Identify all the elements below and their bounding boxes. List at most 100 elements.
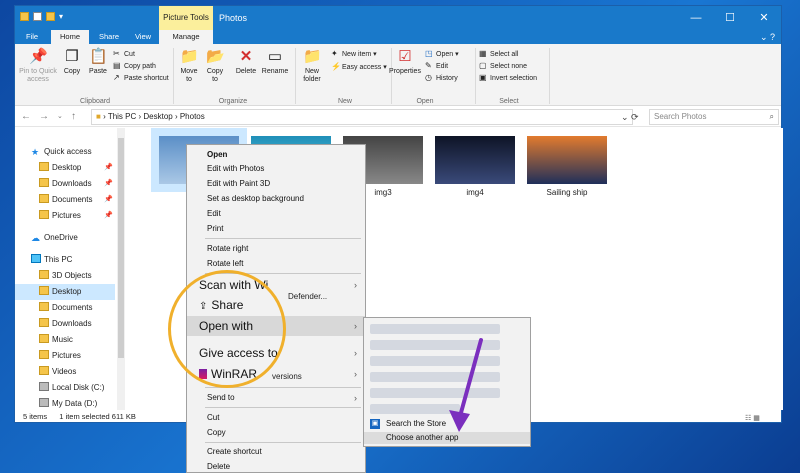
paste-shortcut-button[interactable]: ↗ Paste shortcut [113,72,169,85]
menu-open[interactable]: Open [187,148,365,162]
history-button[interactable]: ◷ History [425,72,458,85]
new-folder-icon: 📁 [303,48,322,65]
menu-edit[interactable]: Edit [187,207,365,221]
search-input[interactable]: Search Photos ⌕ [649,109,779,125]
sidebar-item-label: Documents [52,195,93,204]
breadcrumb-photos[interactable]: Photos [180,112,205,121]
file-name[interactable]: img4 [425,188,525,197]
submenu-choose-app[interactable]: Choose another app [364,432,530,444]
menu-edit-photos[interactable]: Edit with Photos [187,162,365,176]
delete-button[interactable]: ✕ Delete [233,48,259,76]
menu-rotate-left[interactable]: Rotate left [187,257,365,271]
menu-copy[interactable]: Copy [187,426,365,440]
blurred-app-entry[interactable] [370,340,500,350]
sidebar-item[interactable]: Pictures [15,348,115,364]
sidebar-item[interactable]: Desktop 📌 [15,160,115,176]
folder-icon[interactable] [20,12,29,21]
properties-button[interactable]: ☑ Properties [385,48,425,76]
sidebar-item[interactable]: Local Disk (C:) [15,380,115,396]
tab-manage[interactable]: Manage [159,30,213,44]
paste-button[interactable]: 📋 Paste [85,48,111,76]
scroll-thumb[interactable] [118,138,124,358]
maximize-button[interactable]: ☐ [713,6,747,30]
sidebar-item[interactable]: Downloads 📌 [15,176,115,192]
submenu-search-store[interactable]: ▣ Search the Store [364,418,530,430]
ribbon-divider [173,48,174,104]
back-arrow-icon[interactable]: ← [21,110,31,124]
pin-quick-access-button[interactable]: 📌 Pin to Quick access [17,48,59,84]
help-icon[interactable]: ⌄ ? [760,30,775,44]
easy-access-button[interactable]: ⚡Easy access ▾ [331,61,387,74]
address-bar[interactable]: ■ › This PC › Desktop › Photos [91,109,633,125]
menu-print[interactable]: Print [187,222,365,236]
sidebar-item-label: Music [52,335,73,344]
move-to-button[interactable]: 📁 Move to [177,48,201,84]
view-toggle-icon[interactable]: ☷ ▦ [745,412,765,422]
file-thumbnail[interactable] [435,136,515,184]
chevron-right-icon: › [354,280,357,290]
pin-icon[interactable]: 📌 [104,160,113,176]
blurred-app-entry[interactable] [370,372,500,382]
select-all-label: Select all [490,51,519,58]
tab-view[interactable]: View [127,30,159,44]
new-folder-icon[interactable] [46,12,55,21]
open-label: Open [436,51,454,58]
delete-label: Delete [235,68,257,75]
move-to-icon: 📁 [180,48,199,65]
refresh-icon[interactable]: ⌄ ⟳ [621,109,639,125]
new-item-button[interactable]: ✦ New item ▾ [331,48,377,61]
recent-locations-icon[interactable]: ⌄ [57,110,63,124]
sidebar-item[interactable]: Documents [15,300,115,316]
rename-icon: ▭ [267,48,283,65]
menu-rotate-right[interactable]: Rotate right [187,242,365,256]
tab-share[interactable]: Share [91,30,127,44]
pin-icon[interactable]: 📌 [104,208,113,224]
pc-icon [31,254,41,263]
menu-versions-suffix: versions [272,372,302,381]
minimize-button[interactable]: — [679,6,713,30]
copy-button[interactable]: ❐ Copy [61,48,83,76]
sidebar-item[interactable]: 3D Objects [15,268,115,284]
sidebar-item[interactable]: Videos [15,364,115,380]
invert-selection-button[interactable]: ▣ Invert selection [479,72,537,85]
pin-icon[interactable]: 📌 [104,176,113,192]
open-group-label: Open [416,98,434,105]
tab-file[interactable]: File [15,30,49,44]
pin-icon[interactable]: 📌 [104,192,113,208]
menu-cut[interactable]: Cut [187,411,365,425]
blurred-app-entry[interactable] [370,404,460,414]
chevron-down-icon[interactable]: ▾ [59,12,63,21]
sidebar-item[interactable]: ★ Quick access [15,144,115,160]
sidebar-item-label: Documents [52,303,93,312]
new-folder-button[interactable]: 📁 New folder [297,48,327,84]
sidebar-item[interactable]: This PC [15,252,115,268]
forward-arrow-icon[interactable]: → [39,110,49,124]
breadcrumb-desktop[interactable]: Desktop [143,112,172,121]
rename-label: Rename [261,68,289,75]
file-name[interactable]: Sailing ship [517,188,617,197]
copy-to-button[interactable]: 📂 Copy to [203,48,227,84]
menu-send-to[interactable]: Send to › [187,391,365,405]
menu-set-background[interactable]: Set as desktop background [187,192,365,206]
blurred-app-entry[interactable] [370,356,500,366]
breadcrumb-this-pc[interactable]: This PC [108,112,136,121]
close-button[interactable]: ✕ [747,6,781,30]
sidebar-item[interactable]: Music [15,332,115,348]
menu-delete[interactable]: Delete [187,460,365,473]
blurred-app-entry[interactable] [370,324,500,334]
sidebar-item[interactable]: Documents 📌 [15,192,115,208]
nav-scrollbar[interactable] [117,128,125,410]
sidebar-item[interactable]: Desktop [15,284,115,300]
menu-edit-paint[interactable]: Edit with Paint 3D [187,177,365,191]
tab-home[interactable]: Home [51,30,89,44]
edit-label: Edit [436,63,449,70]
sidebar-item[interactable]: Pictures 📌 [15,208,115,224]
menu-create-shortcut[interactable]: Create shortcut [187,445,365,459]
properties-icon[interactable] [33,12,42,21]
sidebar-item[interactable]: ☁ OneDrive [15,230,115,246]
up-arrow-icon[interactable]: ↑ [71,110,76,124]
file-thumbnail[interactable] [527,136,607,184]
rename-button[interactable]: ▭ Rename [261,48,289,76]
sidebar-item[interactable]: Downloads [15,316,115,332]
blurred-app-entry[interactable] [370,388,500,398]
